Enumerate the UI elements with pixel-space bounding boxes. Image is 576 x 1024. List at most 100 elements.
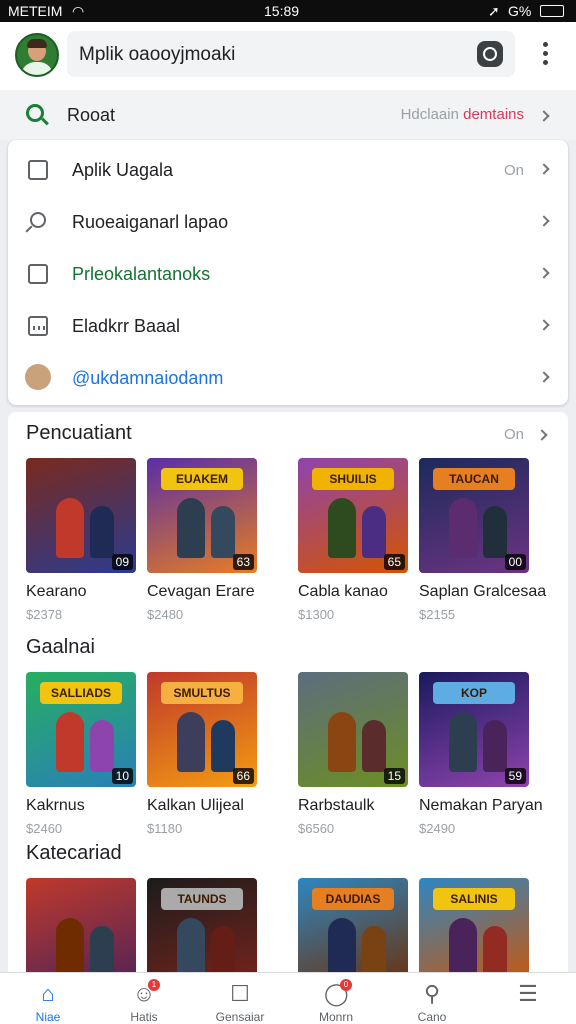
game-title: Rarbstaulk	[298, 797, 375, 814]
character-figure	[328, 712, 356, 772]
nav-item-document[interactable]: ☐ Gensaiar	[192, 973, 288, 1024]
game-logo: DAUDIAS	[312, 888, 394, 910]
game-title: Cevagan Erare	[147, 583, 255, 600]
battery-icon	[540, 5, 564, 17]
app-bar: Mplik oaooyjmoaki	[0, 22, 576, 90]
character-figure	[211, 926, 235, 978]
game-title: Saplan Gralcesaa	[419, 583, 547, 600]
avatar[interactable]	[15, 33, 59, 77]
chevron-right-icon	[538, 163, 550, 175]
chevron-right-icon	[538, 215, 550, 227]
character-figure	[449, 918, 477, 978]
calendar-icon	[28, 316, 48, 336]
nav-item-search[interactable]: ⚲ Cano	[384, 973, 480, 1024]
menu-item-download[interactable]: Prleokalantanoks	[8, 247, 568, 299]
character-figure	[211, 720, 235, 772]
person-icon	[25, 364, 51, 390]
game-price: $1300	[298, 607, 335, 622]
character-figure	[362, 506, 386, 558]
nav-label: Hatis	[130, 1010, 158, 1024]
menu-item-side: On	[503, 162, 524, 179]
search-bar[interactable]: Mplik oaooyjmoaki	[67, 31, 515, 77]
character-figure	[483, 720, 507, 772]
nav-item-home[interactable]: ⌂ Niae	[0, 973, 96, 1024]
menu-item-label: Aplik Uagala	[72, 160, 174, 180]
game-price: $2155	[419, 607, 456, 622]
section-title: Pencuatiant	[26, 422, 132, 444]
recent-label: Rooat	[67, 105, 116, 125]
apps-icon	[28, 160, 48, 180]
status-bar: METEIM ◠ 15:89 ➚ G%	[0, 0, 576, 22]
more-options-icon[interactable]	[540, 42, 550, 70]
section-more[interactable]: On	[504, 426, 524, 443]
nav-item-games[interactable]: ☺ 1 Hatis	[96, 973, 192, 1024]
game-price: $2460	[26, 821, 63, 836]
menu-item-account[interactable]: @ukdamnaiodanm	[8, 351, 568, 403]
character-figure	[177, 712, 205, 772]
game-thumbnail: 09	[26, 458, 136, 573]
game-thumbnail: SALLIADS 10	[26, 672, 136, 787]
download-icon	[28, 264, 48, 284]
game-price: $6560	[298, 821, 335, 836]
recent-side-red: demtains	[463, 106, 524, 123]
menu-item-apps[interactable]: Aplik Uagala On	[8, 143, 568, 195]
location-icon: ➚	[488, 3, 500, 19]
chevron-right-icon	[538, 267, 550, 279]
game-logo: SALLIADS	[40, 682, 122, 704]
recent-side-gray: Hdclaain	[400, 106, 459, 123]
rating-badge: 09	[111, 554, 133, 570]
chevron-right-icon	[538, 319, 550, 331]
character-figure	[177, 918, 205, 978]
character-figure	[56, 918, 84, 978]
game-price: $2490	[419, 821, 456, 836]
carrier-label: METEIM	[8, 3, 63, 19]
character-figure	[90, 506, 114, 558]
battery-label: G%	[508, 3, 532, 19]
home-icon: ⌂	[41, 981, 55, 1006]
search-icon: ⚲	[423, 981, 441, 1006]
nav-label: Cano	[417, 1010, 447, 1024]
menu-item-label: Eladkrr Baaal	[72, 316, 181, 336]
search-query: Mplik oaooyjmoaki	[79, 44, 236, 65]
notification-badge: 1	[148, 979, 160, 991]
menu-item-calendar[interactable]: Eladkrr Baaal	[8, 299, 568, 351]
lens-icon[interactable]	[477, 41, 503, 67]
character-figure	[483, 926, 507, 978]
character-figure	[328, 498, 356, 558]
section-title: Gaalnai	[26, 636, 95, 658]
game-thumbnail: SMULTUS 66	[147, 672, 257, 787]
nav-item-chat[interactable]: ◯ 0 Monrn	[288, 973, 384, 1024]
menu-item-search[interactable]: Ruoeaiganarl lapao	[8, 195, 568, 247]
game-title: Kakrnus	[26, 797, 85, 814]
game-thumbnail: KOP 59	[419, 672, 529, 787]
game-title: Nemakan Paryan	[419, 797, 543, 814]
chevron-right-icon	[538, 110, 550, 122]
nav-label: Monrn	[318, 1010, 353, 1024]
menu-icon: ☰	[518, 981, 538, 1006]
rating-badge: 00	[504, 554, 526, 570]
rating-badge: 59	[504, 768, 526, 784]
chevron-right-icon	[538, 371, 550, 383]
rating-badge: 63	[232, 554, 254, 570]
rating-badge: 66	[232, 768, 254, 784]
chevron-right-icon	[536, 429, 548, 441]
recent-row[interactable]: Rooat Hdclaain demtains	[0, 90, 576, 140]
character-figure	[449, 712, 477, 772]
bottom-nav: ⌂ Niae ☺ 1 Hatis ☐ Gensaiar ◯ 0 Monrn ⚲ Cano ☰	[0, 972, 576, 1024]
rating-badge: 65	[383, 554, 405, 570]
document-icon: ☐	[230, 981, 250, 1006]
character-figure	[90, 926, 114, 978]
character-figure	[177, 498, 205, 558]
menu-card: Aplik Uagala On Ruoeaiganarl lapao Prleo…	[8, 140, 568, 405]
rating-badge: 10	[111, 768, 133, 784]
character-figure	[449, 498, 477, 558]
game-thumbnail: SHUILIS 65	[298, 458, 408, 573]
nav-item-menu[interactable]: ☰	[480, 973, 576, 1024]
menu-item-label: @ukdamnaiodanm	[72, 368, 224, 388]
game-thumbnail: 15	[298, 672, 408, 787]
menu-item-label: Ruoeaiganarl lapao	[72, 212, 229, 232]
game-logo: EUAKEM	[161, 468, 243, 490]
search-icon	[30, 212, 46, 228]
game-price: $2480	[147, 607, 184, 622]
game-title: Kearano	[26, 583, 87, 600]
